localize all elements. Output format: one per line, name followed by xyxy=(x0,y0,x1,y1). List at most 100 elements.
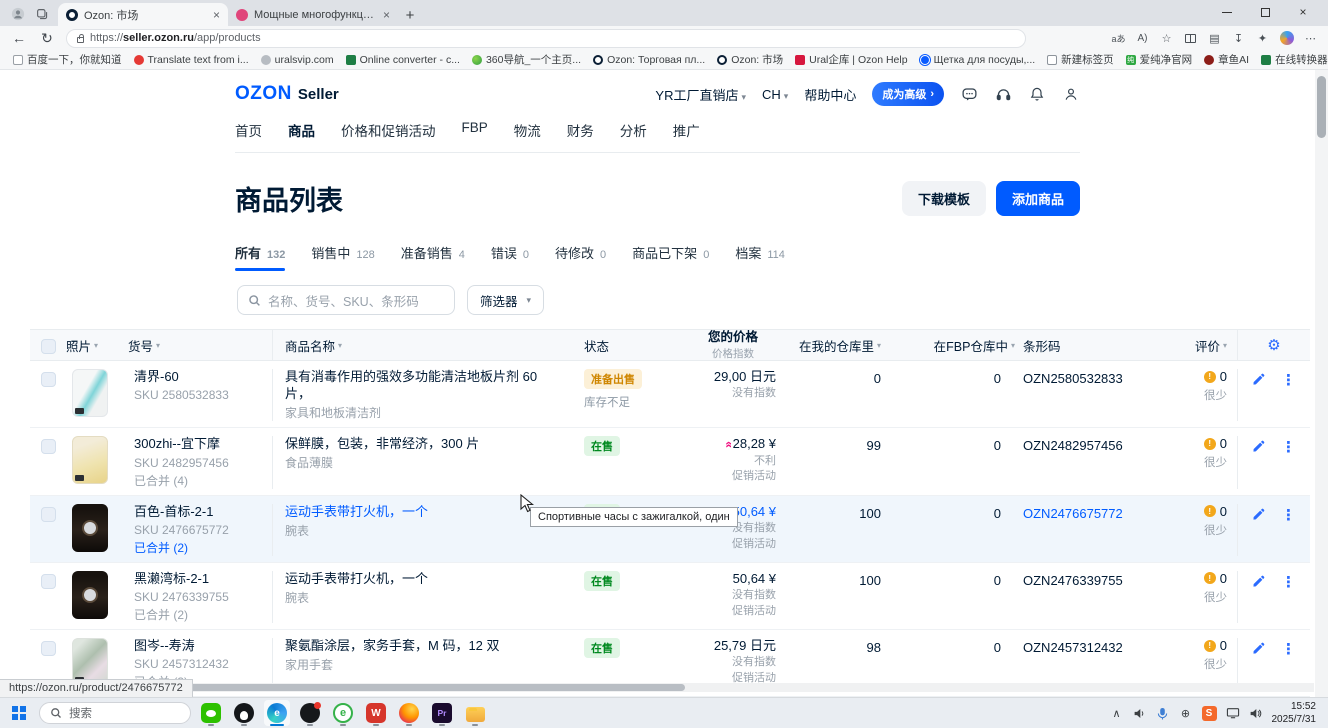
premiere-taskbar-icon[interactable]: Pr xyxy=(429,700,455,726)
table-row[interactable]: 300zhi--宜下摩SKU 2482957456已合并 (4)保鲜膜，包装，非… xyxy=(30,428,1310,495)
microphone-icon[interactable] xyxy=(1156,707,1170,720)
firefox-taskbar-icon[interactable] xyxy=(396,700,422,726)
browser-profile-icon[interactable] xyxy=(10,6,26,22)
restore-button[interactable] xyxy=(1246,0,1284,24)
edit-pencil-icon[interactable] xyxy=(1252,642,1265,658)
qq-taskbar-icon[interactable] xyxy=(231,700,257,726)
kebab-menu-icon[interactable]: ⋮ xyxy=(1281,642,1296,657)
filters-button[interactable]: 筛选器▾ xyxy=(467,285,544,315)
select-all-checkbox[interactable] xyxy=(30,336,66,354)
status-tab-销售中[interactable]: 销售中128 xyxy=(311,243,374,271)
address-bar[interactable]: https://seller.ozon.ru/app/products xyxy=(66,29,1026,48)
vertical-scrollbar[interactable] xyxy=(1315,70,1328,697)
sogou-input-icon[interactable]: S xyxy=(1202,706,1217,721)
notifications-bell-icon[interactable] xyxy=(1028,85,1046,103)
row-checkbox[interactable] xyxy=(30,638,66,656)
close-button[interactable]: × xyxy=(1284,0,1322,24)
taskbar-clock[interactable]: 15:52 2025/7/31 xyxy=(1272,700,1323,726)
bookmark-item[interactable]: 360导航_一个主页... xyxy=(467,51,586,68)
kebab-menu-icon[interactable]: ⋮ xyxy=(1281,440,1296,455)
add-product-button[interactable]: 添加商品 xyxy=(996,181,1080,216)
bookmark-item[interactable]: Translate text from i... xyxy=(129,53,254,67)
row-checkbox[interactable] xyxy=(30,571,66,589)
col-rating[interactable]: 评价▾ xyxy=(1160,336,1237,355)
minimize-button[interactable] xyxy=(1208,0,1246,24)
row-checkbox[interactable] xyxy=(30,436,66,454)
edge-taskbar-icon[interactable]: e xyxy=(264,700,290,726)
download-template-button[interactable]: 下载模板 xyxy=(902,181,986,216)
remote-crosshair-icon[interactable]: ⊕ xyxy=(1179,707,1193,720)
browser360-taskbar-icon[interactable]: e xyxy=(330,700,356,726)
tray-chevron-up-icon[interactable]: ∧ xyxy=(1110,707,1124,720)
bookmark-item[interactable]: Online converter - c... xyxy=(341,53,465,67)
browser-tab-active[interactable]: Ozon: 市场 × xyxy=(58,3,228,26)
language-selector[interactable]: CH▾ xyxy=(762,87,788,102)
account-icon[interactable] xyxy=(1062,85,1080,103)
downloads-icon[interactable]: ↧ xyxy=(1231,30,1246,46)
merged-label[interactable]: 已合并 (2) xyxy=(134,541,266,556)
product-name-link[interactable]: 具有消毒作用的强效多功能清洁地板片剂 60 片， xyxy=(285,369,564,403)
browser-tab-inactive[interactable]: Мощные многофункциональнь × xyxy=(228,3,398,26)
product-photo[interactable] xyxy=(66,436,128,484)
speaker-icon[interactable] xyxy=(1133,707,1147,720)
status-tab-商品已下架[interactable]: 商品已下架0 xyxy=(632,243,709,271)
support-headset-icon[interactable] xyxy=(994,85,1012,103)
tab-close-icon[interactable]: × xyxy=(383,8,390,22)
bookmark-item[interactable]: Ozon: 市场 xyxy=(712,51,788,68)
bookmark-item[interactable]: 新建标签页 xyxy=(1042,51,1119,68)
barcode-value[interactable]: OZN2476675772 xyxy=(1023,506,1123,521)
status-tab-错误[interactable]: 错误0 xyxy=(491,243,529,271)
edit-pencil-icon[interactable] xyxy=(1252,373,1265,389)
row-checkbox[interactable] xyxy=(30,369,66,387)
col-photo[interactable]: 照片▾ xyxy=(66,336,128,355)
col-fbp[interactable]: 在FBP仓库中▾ xyxy=(895,336,1015,355)
edit-pencil-icon[interactable] xyxy=(1252,508,1265,524)
tab-close-icon[interactable]: × xyxy=(213,8,220,22)
bookmark-item[interactable]: 在线转换器 - 免费... xyxy=(1256,51,1328,68)
price-value[interactable]: 50,64 ¥ xyxy=(733,504,776,520)
wps-taskbar-icon[interactable]: W xyxy=(363,700,389,726)
status-tab-档案[interactable]: 档案114 xyxy=(735,243,785,271)
table-row[interactable]: 黑濑湾标-2-1SKU 2476339755已合并 (2)运动手表带打火机，一个… xyxy=(30,563,1310,630)
kebab-menu-icon[interactable]: ⋮ xyxy=(1281,373,1296,388)
status-tab-待修改[interactable]: 待修改0 xyxy=(555,243,606,271)
col-stock[interactable]: 在我的仓库里▾ xyxy=(790,336,895,355)
col-artikul[interactable]: 货号▾ xyxy=(128,336,272,355)
translate-icon[interactable]: aあ xyxy=(1111,30,1126,46)
seller-nav-商品[interactable]: 商品 xyxy=(288,120,315,140)
explorer-taskbar-icon[interactable] xyxy=(462,700,488,726)
row-checkbox[interactable] xyxy=(30,504,66,522)
search-input[interactable]: 名称、货号、SKU、条形码 xyxy=(237,285,455,315)
kebab-menu-icon[interactable]: ⋮ xyxy=(1281,575,1296,590)
collections-icon[interactable]: ▤ xyxy=(1207,30,1222,46)
bookmark-item[interactable]: uralsvip.com xyxy=(256,53,339,67)
bookmark-item[interactable]: 章鱼AI xyxy=(1199,51,1254,68)
table-settings-gear-icon[interactable]: ⚙ xyxy=(1237,330,1310,360)
bookmark-item[interactable]: 百度一下，你就知道 xyxy=(8,51,127,68)
seller-nav-分析[interactable]: 分析 xyxy=(620,120,647,140)
favorite-star-icon[interactable]: ☆ xyxy=(1159,30,1174,46)
table-row[interactable]: 清界-60SKU 2580532833具有消毒作用的强效多功能清洁地板片剂 60… xyxy=(30,361,1310,428)
wechat-taskbar-icon[interactable] xyxy=(198,700,224,726)
bookmark-item[interactable]: Ural企库 | Ozon Help xyxy=(790,51,912,68)
split-screen-icon[interactable] xyxy=(1183,30,1198,46)
bookmark-item[interactable]: 纯爱纯净官网 xyxy=(1121,51,1198,68)
seller-nav-物流[interactable]: 物流 xyxy=(514,120,541,140)
kebab-menu-icon[interactable]: ⋮ xyxy=(1281,508,1296,523)
extensions-icon[interactable]: ✦ xyxy=(1255,30,1270,46)
bookmark-item[interactable]: Щетка для посуды,... xyxy=(915,53,1041,67)
settings-menu-icon[interactable]: ⋯ xyxy=(1303,30,1318,46)
horizontal-scrollbar[interactable] xyxy=(0,683,1314,692)
cast-display-icon[interactable] xyxy=(1226,707,1240,719)
seller-nav-推广[interactable]: 推广 xyxy=(673,120,700,140)
seller-nav-财务[interactable]: 财务 xyxy=(567,120,594,140)
help-center-link[interactable]: 帮助中心 xyxy=(804,85,856,104)
product-name-link[interactable]: 运动手表带打火机，一个 xyxy=(285,571,564,588)
seller-nav-价格和促销活动[interactable]: 价格和促销活动 xyxy=(341,120,436,140)
status-tab-准备销售[interactable]: 准备销售4 xyxy=(401,243,465,271)
read-aloud-icon[interactable]: A) xyxy=(1135,30,1150,46)
volume-icon[interactable] xyxy=(1249,707,1263,720)
product-photo[interactable] xyxy=(66,571,128,619)
taskbar-search[interactable]: 搜索 xyxy=(39,702,191,724)
product-photo[interactable] xyxy=(66,369,128,417)
